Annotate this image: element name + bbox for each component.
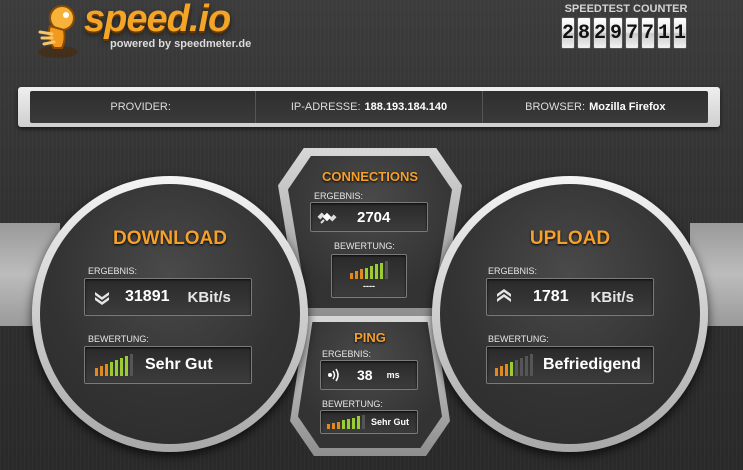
ip-value: 188.193.184.140 (364, 101, 448, 113)
counter-digit: 2 (561, 17, 575, 49)
signal-bar (495, 368, 498, 376)
signal-bar (515, 360, 518, 376)
signal-bar (332, 423, 335, 429)
logo-wordmark: speed.io (84, 0, 231, 40)
signal-bar (370, 266, 373, 279)
logo-tagline: powered by speedmeter.de (110, 38, 252, 50)
download-value: 31891 (125, 288, 170, 305)
signal-bar (130, 354, 133, 376)
signal-bar (500, 366, 503, 376)
ping-result-box: 38 ms (320, 360, 418, 390)
signal-bar (385, 261, 388, 279)
upload-result-box: 1781 KBit/s (486, 278, 654, 316)
connections-rating-box: ---- (331, 254, 407, 298)
download-title: DOWNLOAD (113, 228, 227, 249)
logo[interactable]: speed.io powered by speedmeter.de (32, 0, 272, 62)
signal-bar (505, 364, 508, 376)
counter-digit: 7 (625, 17, 639, 49)
info-bar-inner: PROVIDER: IP-ADRESSE: 188.193.184.140 BR… (30, 91, 708, 123)
signal-waves-icon (328, 368, 339, 382)
signal-bar (95, 368, 98, 376)
download-unit: KBit/s (187, 288, 231, 306)
upload-unit: KBit/s (590, 288, 634, 306)
browser-value: Mozilla Firefox (589, 101, 666, 113)
signal-bar (362, 415, 365, 429)
download-rating: Sehr Gut (145, 356, 213, 373)
counter-digit: 7 (641, 17, 655, 49)
double-chevron-down-icon (95, 292, 109, 305)
counter-digits: 2 8 2 9 7 7 1 1 (561, 17, 687, 49)
browser-cell: BROWSER: Mozilla Firefox (483, 91, 708, 123)
upload-result-label: ERGEBNIS: (488, 266, 538, 276)
signal-bar (360, 269, 363, 279)
signal-bar (337, 422, 340, 429)
provider-cell: PROVIDER: (30, 91, 257, 123)
upload-title: UPLOAD (529, 228, 611, 249)
signal-bar (352, 418, 355, 429)
upload-signal-bars (495, 354, 533, 376)
counter-digit: 2 (593, 17, 607, 49)
signal-bar (365, 268, 368, 279)
counter-digit: 8 (577, 17, 591, 49)
counter-digit: 9 (609, 17, 623, 49)
ip-label: IP-ADRESSE: (290, 101, 361, 113)
connections-result-label: ERGEBNIS: (314, 191, 364, 201)
signal-bar (125, 356, 128, 376)
signal-bar (357, 416, 360, 429)
satellite-icon (317, 212, 337, 224)
download-result-box: 31891 KBit/s (84, 278, 252, 316)
upload-value: 1781 (533, 288, 569, 305)
download-result-label: ERGEBNIS: (88, 266, 138, 276)
ping-rating: Sehr Gut (371, 417, 410, 427)
counter-digit: 1 (673, 17, 687, 49)
signal-bar (510, 362, 513, 376)
browser-label: BROWSER: (525, 101, 586, 113)
counter-digit: 1 (657, 17, 671, 49)
signal-bar (380, 263, 383, 279)
signal-bar (347, 419, 350, 429)
signal-bar (120, 358, 123, 376)
speedtest-counter: SPEEDTEST COUNTER 2 8 2 9 7 7 1 1 (557, 0, 695, 52)
double-chevron-up-icon (497, 289, 511, 302)
connections-title: CONNECTIONS (321, 169, 419, 184)
ping-rating-label: BEWERTUNG: (322, 399, 383, 409)
connections-rating: ---- (363, 281, 375, 291)
ip-cell: IP-ADRESSE: 188.193.184.140 (256, 91, 483, 123)
counter-label: SPEEDTEST COUNTER (564, 3, 688, 15)
download-signal-bars (95, 354, 133, 376)
signal-bar (115, 360, 118, 376)
connections-rating-label: BEWERTUNG: (334, 241, 395, 251)
provider-label: PROVIDER: (110, 101, 171, 113)
info-bar: PROVIDER: IP-ADRESSE: 188.193.184.140 BR… (18, 87, 720, 127)
download-rating-label: BEWERTUNG: (88, 334, 149, 344)
ping-result-label: ERGEBNIS: (322, 349, 372, 359)
ping-rating-box: Sehr Gut (320, 410, 418, 434)
runner-mascot-icon (38, 5, 78, 58)
signal-bar (100, 366, 103, 376)
signal-bar (342, 420, 345, 429)
signal-bar (530, 354, 533, 376)
download-rating-box: Sehr Gut (84, 346, 252, 384)
ping-value: 38 (357, 367, 373, 383)
connections-result-box: 2704 (310, 202, 428, 232)
signal-bar (520, 358, 523, 376)
connections-value: 2704 (357, 208, 391, 226)
ping-unit: ms (386, 370, 400, 380)
signal-bar (327, 424, 330, 429)
ping-title: PING (354, 330, 386, 345)
signal-bar (350, 273, 353, 279)
upload-rating-box: Befriedigend (486, 346, 654, 384)
signal-bar (525, 356, 528, 376)
signal-bar (355, 271, 358, 279)
ping-signal-bars (327, 415, 365, 429)
upload-rating: Befriedigend (543, 356, 641, 373)
signal-bar (110, 362, 113, 376)
signal-bar (375, 264, 378, 279)
connections-signal-bars (350, 261, 388, 279)
upload-rating-label: BEWERTUNG: (488, 334, 549, 344)
signal-bar (105, 364, 108, 376)
